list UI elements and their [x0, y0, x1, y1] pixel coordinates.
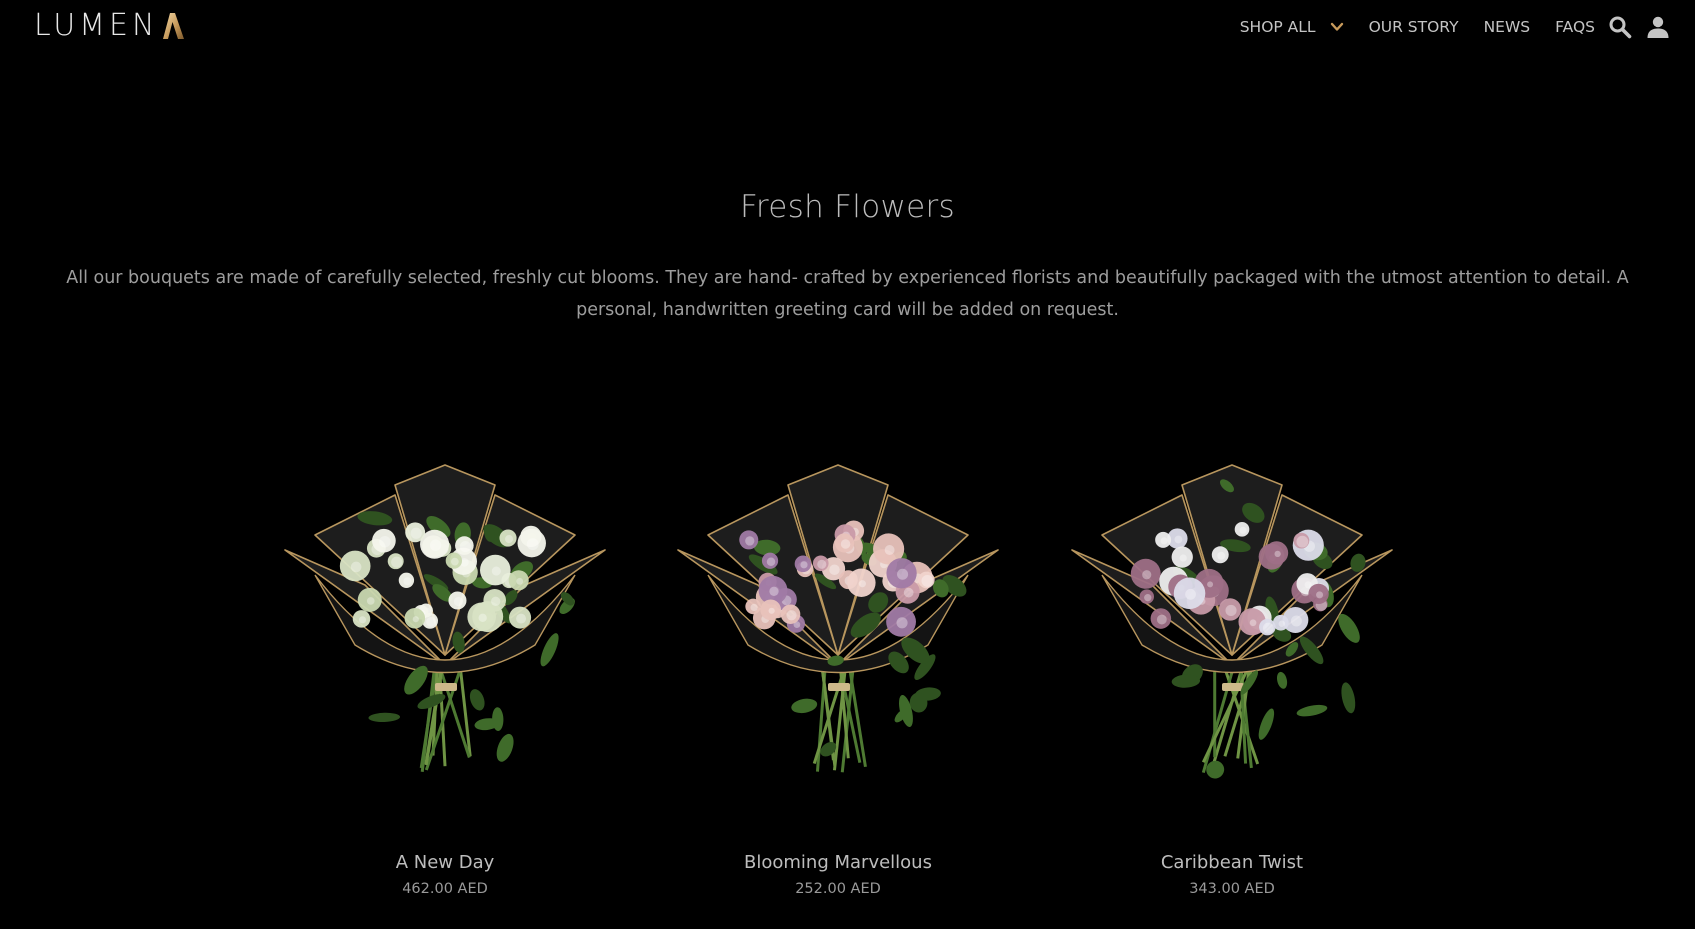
brand-logo[interactable]: LUMEN — [34, 8, 185, 43]
site-header: LUMEN SHOP ALL OUR STORY NEWS FAQS — [0, 0, 1695, 56]
nav-news[interactable]: NEWS — [1484, 12, 1531, 42]
product-card[interactable]: A New Day 462.00 AED — [265, 455, 625, 897]
nav-faqs[interactable]: FAQS — [1555, 12, 1595, 42]
product-price: 252.00 AED — [795, 881, 881, 897]
ribbon-shape — [1222, 683, 1244, 691]
page: LUMEN SHOP ALL OUR STORY NEWS FAQS Fresh… — [0, 0, 1695, 929]
intro-description: All our bouquets are made of carefully s… — [66, 268, 1629, 320]
wrapping-paper-shape — [1071, 464, 1393, 674]
product-card[interactable]: Caribbean Twist 343.00 AED — [1052, 455, 1412, 897]
logo-accent-letter — [163, 13, 185, 39]
product-price: 462.00 AED — [402, 881, 488, 897]
product-image[interactable] — [275, 455, 615, 795]
main-nav: SHOP ALL OUR STORY NEWS FAQS — [1240, 12, 1671, 42]
nav-shop-all-label: SHOP ALL — [1239, 18, 1316, 36]
product-name[interactable]: Caribbean Twist — [1052, 851, 1412, 875]
page-title: Fresh Flowers — [740, 189, 955, 225]
product-name[interactable]: Blooming Marvellous — [658, 851, 1018, 875]
product-name[interactable]: A New Day — [265, 851, 625, 875]
account-icon[interactable] — [1645, 14, 1671, 40]
ribbon-shape — [435, 683, 457, 691]
product-image[interactable] — [668, 455, 1008, 795]
product-price: 343.00 AED — [1189, 881, 1275, 897]
product-image[interactable] — [1062, 455, 1402, 795]
logo-text: LUMEN — [34, 8, 159, 43]
nav-our-story-label: OUR STORY — [1368, 18, 1459, 36]
nav-faqs-label: FAQS — [1555, 18, 1595, 36]
nav-our-story[interactable]: OUR STORY — [1369, 12, 1459, 42]
search-icon[interactable] — [1607, 14, 1633, 40]
chevron-down-icon[interactable] — [1330, 20, 1344, 34]
ribbon-shape — [828, 683, 850, 691]
nav-news-label: NEWS — [1483, 18, 1531, 36]
product-card[interactable]: Blooming Marvellous 252.00 AED — [658, 455, 1018, 897]
nav-shop-all[interactable]: SHOP ALL — [1240, 12, 1344, 42]
